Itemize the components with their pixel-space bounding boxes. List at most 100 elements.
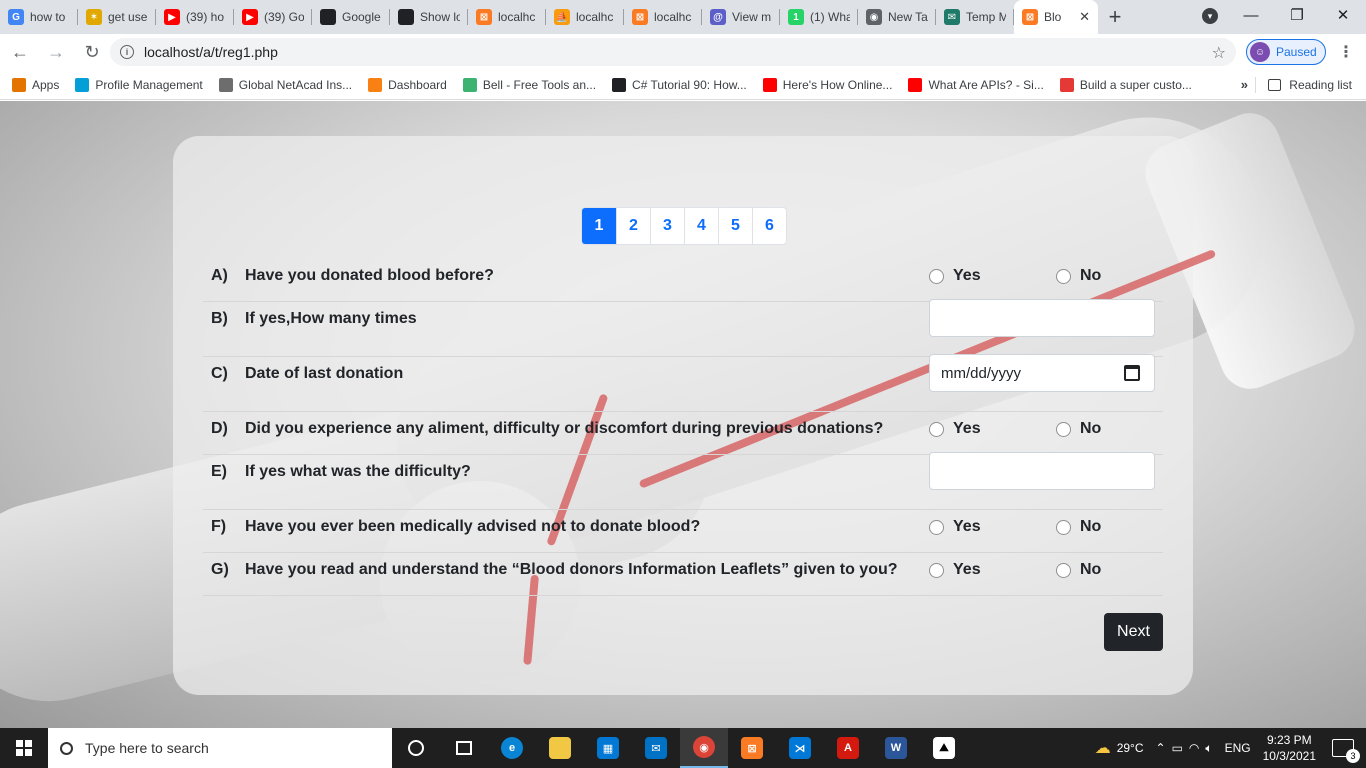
address-bar[interactable]: i localhost/a/t/reg1.php ☆ bbox=[110, 38, 1236, 66]
youtube-icon: ▶ bbox=[164, 9, 180, 25]
page-link-1[interactable]: 1 bbox=[582, 208, 616, 244]
radio-circle[interactable] bbox=[1056, 562, 1071, 578]
clock[interactable]: 9:23 PM 10/3/2021 bbox=[1263, 732, 1316, 764]
radio-circle[interactable] bbox=[929, 421, 944, 437]
page-link-3[interactable]: 3 bbox=[650, 208, 684, 244]
browser-tab[interactable]: ▶ (39) ho bbox=[156, 0, 234, 34]
tab-title: New Ta bbox=[888, 10, 928, 24]
taskbar-search-box[interactable]: Type here to search bbox=[48, 728, 392, 768]
radio-yes[interactable]: Yes bbox=[929, 267, 981, 285]
photos-icon[interactable]: ⛰ bbox=[920, 728, 968, 768]
bookmark-item[interactable]: What Are APIs? - Si... bbox=[908, 77, 1044, 92]
bookmark-item[interactable]: Build a super custo... bbox=[1059, 77, 1192, 92]
browser-tab[interactable]: ⊠ Blo ✕ bbox=[1014, 0, 1098, 34]
radio-no[interactable]: No bbox=[1056, 561, 1101, 579]
browser-tab[interactable]: 1 (1) Wha bbox=[780, 0, 858, 34]
bookmark-item[interactable]: C# Tutorial 90: How... bbox=[612, 77, 747, 92]
next-button[interactable]: Next bbox=[1104, 613, 1163, 651]
bookmark-item[interactable]: Dashboard bbox=[368, 77, 447, 92]
browser-tab[interactable]: ✶ get use bbox=[78, 0, 156, 34]
text-input[interactable] bbox=[929, 452, 1155, 490]
browser-tab[interactable]: ▶ (39) Go bbox=[234, 0, 312, 34]
task-view-icon[interactable] bbox=[440, 728, 488, 768]
word-icon[interactable]: W bbox=[872, 728, 920, 768]
browser-tab[interactable]: Show lo bbox=[390, 0, 468, 34]
radio-yes[interactable]: Yes bbox=[929, 518, 981, 536]
reading-list-button[interactable]: Reading list bbox=[1255, 77, 1352, 93]
store-icon[interactable]: ▦ bbox=[584, 728, 632, 768]
radio-circle[interactable] bbox=[1056, 519, 1071, 535]
at-icon: @ bbox=[710, 9, 726, 25]
radio-no[interactable]: No bbox=[1056, 518, 1101, 536]
browser-tab[interactable]: @ View m bbox=[702, 0, 780, 34]
radio-no[interactable]: No bbox=[1056, 267, 1101, 285]
page-link-2[interactable]: 2 bbox=[616, 208, 650, 244]
close-tab-icon[interactable]: ✕ bbox=[1079, 9, 1090, 25]
browser-tab[interactable]: Ghow to bbox=[0, 0, 78, 34]
browser-tab[interactable]: ◉ New Ta bbox=[858, 0, 936, 34]
radio-label: Yes bbox=[953, 267, 981, 284]
radio-circle[interactable] bbox=[929, 519, 944, 535]
tab-title: Google bbox=[342, 10, 381, 24]
browser-tab[interactable]: ⊠ localhc bbox=[624, 0, 702, 34]
bookmarks-more-button[interactable]: » bbox=[1241, 77, 1248, 92]
divider bbox=[1255, 77, 1257, 93]
bookmark-item[interactable]: Here's How Online... bbox=[762, 77, 892, 92]
date-input[interactable]: mm/dd/yyyy bbox=[929, 354, 1155, 392]
text-input[interactable] bbox=[929, 299, 1155, 337]
new-tab-button[interactable]: + bbox=[1098, 0, 1132, 34]
close-window-button[interactable]: ✕ bbox=[1320, 0, 1366, 30]
profile-button[interactable]: ☺ Paused bbox=[1246, 39, 1326, 65]
chevron-up-icon[interactable]: ⌃ bbox=[1156, 741, 1166, 755]
notification-icon[interactable]: 3 bbox=[1332, 739, 1360, 763]
radio-circle[interactable] bbox=[929, 562, 944, 578]
page-link-5[interactable]: 5 bbox=[718, 208, 752, 244]
wifi-icon[interactable]: ◠ bbox=[1189, 741, 1199, 755]
forward-button[interactable]: → bbox=[40, 36, 72, 68]
edge-icon[interactable]: e bbox=[488, 728, 536, 768]
cortana-icon[interactable] bbox=[392, 728, 440, 768]
url-text[interactable]: localhost/a/t/reg1.php bbox=[144, 44, 278, 60]
battery-icon[interactable]: ▭ bbox=[1172, 741, 1183, 755]
page-link-4[interactable]: 4 bbox=[684, 208, 718, 244]
radio-circle[interactable] bbox=[1056, 421, 1071, 437]
radio-yes[interactable]: Yes bbox=[929, 420, 981, 438]
minimize-button[interactable]: — bbox=[1228, 0, 1274, 30]
browser-menu-icon[interactable]: ⋮ bbox=[1338, 42, 1354, 62]
back-button[interactable]: ← bbox=[4, 36, 36, 68]
browser-tab[interactable]: ✉ Temp M bbox=[936, 0, 1014, 34]
bookmark-star-icon[interactable]: ☆ bbox=[1212, 43, 1226, 63]
tab-title: localhc bbox=[498, 10, 536, 24]
file-explorer-icon[interactable] bbox=[536, 728, 584, 768]
vscode-icon[interactable]: ⋊ bbox=[776, 728, 824, 768]
radio-label: Yes bbox=[953, 518, 981, 535]
weather-widget[interactable]: ☁ 29°C bbox=[1095, 738, 1144, 758]
tab-title: localhc bbox=[654, 10, 692, 24]
chrome-taskbar-icon[interactable]: ◉ bbox=[680, 728, 728, 768]
xampp-taskbar-icon[interactable]: ⊠ bbox=[728, 728, 776, 768]
calendar-icon[interactable] bbox=[1124, 365, 1140, 381]
restore-button[interactable]: ❐ bbox=[1274, 0, 1320, 30]
radio-yes[interactable]: Yes bbox=[929, 561, 981, 579]
apps-grid-icon bbox=[12, 77, 26, 92]
radio-no[interactable]: No bbox=[1056, 420, 1101, 438]
start-button[interactable] bbox=[0, 728, 48, 768]
browser-tab[interactable]: ⊠ localhc bbox=[468, 0, 546, 34]
bookmark-item[interactable]: Apps bbox=[12, 77, 59, 92]
reload-button[interactable]: ↻ bbox=[76, 36, 108, 68]
browser-tab[interactable]: Google bbox=[312, 0, 390, 34]
radio-circle[interactable] bbox=[1056, 268, 1071, 284]
radio-circle[interactable] bbox=[929, 268, 944, 284]
browser-tab[interactable]: ⛵ localhc bbox=[546, 0, 624, 34]
bookmark-item[interactable]: Bell - Free Tools an... bbox=[462, 77, 596, 92]
question-letter: B) bbox=[211, 310, 228, 327]
bookmark-item[interactable]: Global NetAcad Ins... bbox=[218, 77, 352, 92]
page-link-6[interactable]: 6 bbox=[752, 208, 786, 244]
site-info-icon[interactable]: i bbox=[120, 45, 134, 59]
mail-icon[interactable]: ✉ bbox=[632, 728, 680, 768]
bookmark-item[interactable]: Profile Management bbox=[75, 77, 203, 92]
acrobat-icon[interactable]: A bbox=[824, 728, 872, 768]
volume-icon[interactable]: 🔈︎ bbox=[1205, 741, 1212, 756]
tab-search-icon[interactable]: ▾ bbox=[1202, 8, 1218, 24]
language-indicator[interactable]: ENG bbox=[1225, 741, 1251, 755]
